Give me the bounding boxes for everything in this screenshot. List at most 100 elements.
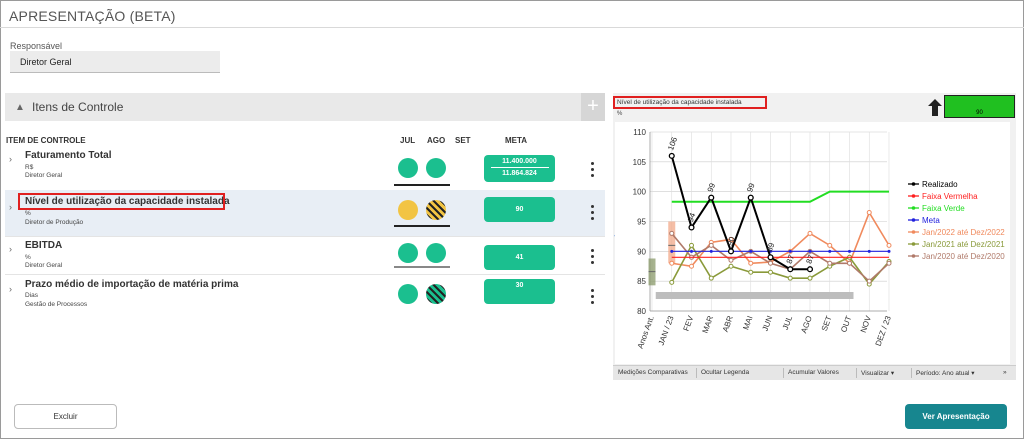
toolbar-separator	[856, 368, 857, 378]
status-jul-icon[interactable]	[398, 284, 418, 304]
data-point	[708, 275, 714, 281]
data-point	[688, 224, 695, 231]
chart-unit: %	[617, 111, 623, 117]
status-ago-icon[interactable]	[426, 158, 446, 178]
data-point	[709, 249, 713, 253]
page-title: APRESENTAÇÃO (BETA)	[9, 8, 176, 24]
toolbar-item[interactable]: Ocultar Legenda	[701, 369, 749, 376]
data-point	[807, 230, 813, 236]
col-jul: JUL	[400, 136, 416, 145]
status-underline	[394, 184, 450, 186]
item-owner: Diretor de Produção	[25, 219, 84, 226]
data-point	[669, 230, 675, 236]
add-item-button[interactable]: +	[581, 93, 605, 121]
item-name: EBITDA	[25, 240, 63, 251]
data-point	[748, 269, 754, 275]
highlight-box	[18, 193, 225, 210]
col-item-controle: ITEM DE CONTROLE	[6, 136, 86, 145]
more-options-icon[interactable]	[591, 249, 595, 267]
item-owner: Gestão de Processos	[25, 301, 88, 308]
data-point	[747, 194, 754, 201]
arrow-up-icon	[928, 99, 942, 116]
meta-badge: 90	[484, 197, 555, 222]
legend-marker	[911, 242, 916, 246]
legend-label: Faixa Verde	[922, 204, 965, 213]
chevron-right-icon[interactable]: ›	[9, 202, 12, 212]
data-point	[806, 266, 814, 273]
toolbar-item[interactable]: Acumular Valores	[788, 369, 839, 376]
period-bar	[655, 292, 854, 299]
legend-marker	[911, 206, 916, 210]
legend-label: Realizado	[922, 180, 958, 189]
col-meta: META	[505, 136, 528, 145]
data-point	[668, 152, 675, 159]
data-point	[847, 260, 852, 266]
y-tick-label: 85	[637, 277, 646, 286]
item-name: Prazo médio de importação de matéria pri…	[25, 279, 239, 290]
data-point	[788, 249, 792, 253]
chevron-right-icon[interactable]: ›	[9, 284, 12, 294]
legend-label: Jan/2021 até Dez/2021	[922, 240, 1005, 249]
status-underline	[394, 266, 450, 268]
status-jul-icon[interactable]	[398, 243, 418, 263]
status-underline	[394, 225, 450, 227]
more-options-icon[interactable]	[591, 205, 595, 223]
legend-label: Meta	[922, 216, 940, 225]
y-tick-label: 100	[633, 188, 647, 197]
chevron-up-icon[interactable]: ▲	[15, 102, 25, 113]
responsavel-select[interactable]: Diretor Geral	[10, 51, 220, 73]
data-point	[690, 249, 693, 253]
chevron-right-icon[interactable]: ›	[9, 244, 12, 254]
more-options-icon[interactable]	[591, 289, 595, 307]
more-options-icon[interactable]	[591, 162, 595, 180]
y-tick-label: 90	[637, 247, 646, 256]
item-name: Faturamento Total	[25, 150, 112, 161]
col-ago: AGO	[427, 136, 446, 145]
legend-label: Jan/2022 até Dez/2022	[922, 228, 1005, 237]
meta-badge: 30	[484, 279, 555, 304]
toolbar-item[interactable]: Medições Comparativas	[618, 369, 688, 376]
legend-marker	[911, 182, 916, 186]
item-unit: %	[25, 210, 31, 217]
data-point	[866, 210, 872, 216]
legend-marker	[911, 254, 916, 258]
data-point	[708, 194, 715, 201]
indicator-value-box: 90	[944, 95, 1015, 118]
legend-marker	[911, 194, 916, 198]
toolbar-separator	[696, 368, 697, 378]
status-ago-icon[interactable]	[426, 284, 446, 304]
col-set: SET	[455, 136, 471, 145]
data-point	[689, 263, 694, 269]
item-owner: Diretor Geral	[25, 262, 63, 269]
ver-apresentacao-button[interactable]: Ver Apresentação	[905, 404, 1007, 429]
data-point	[827, 242, 833, 248]
chevron-right-icon[interactable]: ›	[9, 154, 12, 164]
status-ago-icon[interactable]	[426, 243, 446, 263]
data-point	[827, 260, 833, 266]
toolbar-item[interactable]: Período: Ano atual ▾	[916, 369, 975, 377]
data-point	[887, 249, 891, 253]
y-tick-label: 80	[637, 307, 646, 316]
item-unit: %	[25, 254, 31, 261]
table-row[interactable]: › Faturamento Total R$ Diretor Geral 11.…	[5, 146, 605, 192]
data-point	[748, 260, 754, 266]
data-point	[669, 260, 675, 266]
data-point	[866, 278, 872, 284]
data-point	[768, 269, 773, 275]
toolbar-item[interactable]: »	[1003, 369, 1007, 376]
status-jul-icon[interactable]	[398, 158, 418, 178]
status-ago-icon[interactable]	[426, 200, 446, 220]
data-point	[867, 249, 871, 253]
y-tick-label: 95	[637, 218, 646, 227]
toolbar-item[interactable]: Visualizar ▾	[861, 369, 894, 377]
itens-controle-title: Itens de Controle	[32, 100, 124, 114]
table-row[interactable]: › Prazo médio de importação de matéria p…	[5, 274, 605, 320]
data-point	[768, 260, 773, 266]
data-point	[787, 275, 793, 281]
excluir-button[interactable]: Excluir	[14, 404, 117, 429]
meta-badge: 11.400.000 11.864.824	[484, 155, 555, 182]
status-jul-icon[interactable]	[398, 200, 418, 220]
meta-line2: 11.864.824	[502, 170, 537, 177]
line-chart: 80859095100105110Anos Ant. JAN / 23 FEV MAR…	[615, 122, 1010, 364]
itens-controle-header[interactable]: ▲ Itens de Controle +	[5, 93, 605, 121]
